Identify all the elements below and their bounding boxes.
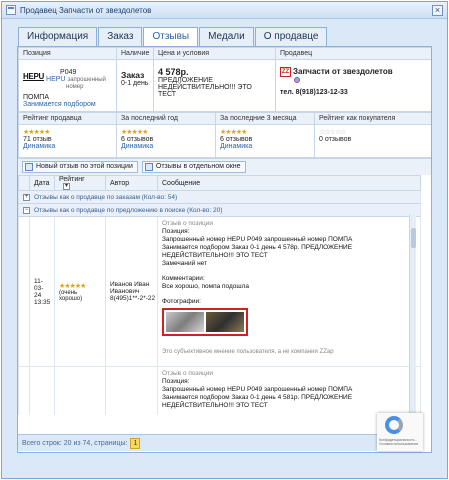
tab-about-seller[interactable]: О продавце [254,27,328,46]
medal-icon [294,77,300,84]
offer-info-table: Позиция Наличие Цена и условия Продавец … [18,47,431,112]
grid-footer: Всего строк: 20 из 74, страницы: 1 [18,434,410,451]
grid-scrollbar[interactable] [409,214,416,434]
tab-bar: Информация Заказ Отзывы Медали О продавц… [18,27,328,47]
part-name: ПОМПА [23,94,50,101]
collapse-icon[interactable]: − [23,206,30,214]
add-review-icon [25,163,33,171]
header-availability: Наличие [116,47,154,60]
header-seller-rating: Рейтинг продавца [18,112,117,125]
window-icon [144,163,153,171]
review-disclaimer: Это субъективное мнение пользователя, а … [162,349,334,356]
rating-label: (очень хорошо) [59,289,83,302]
availability-label: Заказ [121,70,145,80]
header-price-terms: Цена и условия [153,47,276,60]
header-position: Позиция [18,47,117,60]
column-rating[interactable]: Рейтинг ▾ [54,174,106,192]
rating-count: 6 отзывов [121,136,154,143]
part-desc1: запрошенный [67,77,106,83]
seller-rating-cell: ★★★★★ 71 отзыв Динамика [18,124,117,158]
year-rating-cell: ★★★★★ 6 отзывов Динамика [116,124,216,158]
dynamics-link[interactable]: Динамика [121,143,211,150]
dynamics-link[interactable]: Динамика [220,143,310,150]
tab-info[interactable]: Информация [18,27,98,46]
review-photos [162,308,248,337]
rating-stars: ★★★★★ [59,282,86,290]
rating-count: 0 отзывов [319,136,352,143]
review-row[interactable]: 11-03-24 13:35 ★★★★★ (очень хорошо) Иванов… [18,216,421,367]
buyer-rating-cell: ☆☆☆☆☆ 0 отзывов [314,124,431,158]
review-rating: ★★★★★ (очень хорошо) [54,216,106,367]
group-row-search-offers[interactable]: − Отзывы как о продавце по предложению в … [18,203,421,218]
review-message: Отзыв о позиции Позиция: Запрошенный ном… [157,216,421,367]
part-note: Занимается подбором [23,101,96,108]
reviews-grid: Дата Рейтинг ▾ Автор Сообщение + Отзывы к… [18,174,421,415]
column-date[interactable]: Дата [29,174,55,192]
availability-days: 0-1 день [121,80,149,87]
review-photo-thumbnail[interactable] [206,312,244,333]
availability-cell: Заказ 0-1 день [116,59,154,112]
group-row-orders[interactable]: + Отзывы как о продавце по заказам (Кол-в… [18,190,421,205]
price-note-2: НЕДЕЙСТВИТЕЛЬНО!!! ЭТО ТЕСТ [158,84,252,98]
review-photo-thumbnail[interactable] [166,312,204,333]
rating-count: 6 отзывов [220,136,253,143]
price-note-1: ПРЕДЛОЖЕНИЕ [158,77,213,84]
months3-rating-cell: ★★★★★ 6 отзывов Динамика [215,124,315,158]
expand-icon[interactable]: + [23,193,30,201]
part-desc2: номер [66,84,84,90]
seller-name[interactable]: Запчасти от звездолетов [293,67,393,76]
rating-count: 71 отзыв [23,136,52,143]
header-last-year: За последний год [116,112,216,125]
column-author[interactable]: Автор [105,174,158,192]
rating-stars: ★★★★★ [23,129,50,136]
scrollbar-thumb[interactable] [411,228,416,248]
new-review-button[interactable]: Новый отзыв по этой позиции [22,161,138,173]
window-icon [6,5,16,15]
part-block: HEPU P049 HEPU запрошенный номер [23,69,112,91]
price-value: 4 578р. [158,67,189,77]
ratings-table: Рейтинг продавца За последний год За пос… [18,112,431,158]
open-reviews-window-button[interactable]: Отзывы в отдельном окне [141,161,246,173]
review-toolbar: Новый отзыв по этой позиции Отзывы в отд… [18,158,431,175]
review-row[interactable]: Отзыв о позиции Позиция: Запрошенный ном… [18,366,421,415]
column-message[interactable]: Сообщение [157,174,421,192]
price-cell: 4 578р. ПРЕДЛОЖЕНИЕ НЕДЕЙСТВИТЕЛЬНО!!! Э… [153,59,276,112]
recaptcha-badge[interactable]: Конфиденциальность - Условия использовани… [377,413,423,451]
tab-reviews[interactable]: Отзывы [143,27,199,47]
rating-stars: ★★★★★ [220,129,247,136]
dialog-title: Продавец Запчасти от звездолетов [20,5,152,15]
filter-dropdown-icon[interactable]: ▾ [63,183,70,190]
seller-logo: ZZ [280,67,291,78]
review-message: Отзыв о позиции Позиция: Запрошенный ном… [157,366,421,415]
dialog-titlebar: Продавец Запчасти от звездолетов [2,2,447,19]
part-code: P049 [60,69,77,76]
header-seller: Продавец [275,47,431,60]
part-brand-link[interactable]: HEPU [46,76,65,83]
seller-phone: тел. 8(918)123-12-33 [280,89,348,97]
position-cell: HEPU P049 HEPU запрошенный номер ПОМПА З… [18,59,117,112]
rating-stars: ☆☆☆☆☆ [319,129,346,136]
recaptcha-icon [385,416,403,434]
rating-stars: ★★★★★ [121,129,148,136]
review-author: Иванов Иван Иванович 8(495)1**-2*-22 [105,216,158,367]
brand-logo: HEPU [23,72,45,81]
tab-medals[interactable]: Медали [199,27,254,46]
tab-order[interactable]: Заказ [98,27,143,46]
reviews-panel: Позиция Наличие Цена и условия Продавец … [17,46,432,453]
header-buyer-rating: Рейтинг как покупателя [314,112,431,125]
dynamics-link[interactable]: Динамика [23,143,112,150]
header-last-3-months: За последние 3 месяца [215,112,315,125]
seller-cell: ZZ Запчасти от звездолетов тел. 8(918)123… [275,59,431,112]
close-button[interactable]: × [432,5,443,16]
page-button[interactable]: 1 [130,437,141,449]
rows-summary: Всего строк: 20 из 74, страницы: [22,439,128,447]
review-date: 11-03-24 13:35 [29,216,55,367]
